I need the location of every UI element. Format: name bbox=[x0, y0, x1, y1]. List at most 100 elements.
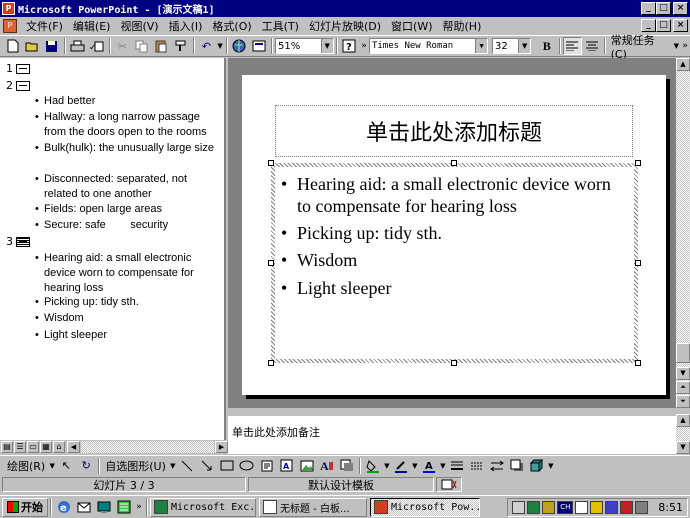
menu-slideshow[interactable]: 幻灯片放映(D) bbox=[304, 18, 386, 34]
fill-color-icon[interactable] bbox=[363, 457, 383, 475]
tray-app-icon[interactable] bbox=[512, 501, 526, 514]
line-style-icon[interactable] bbox=[447, 457, 467, 475]
select-pointer-icon[interactable]: ↖ bbox=[56, 457, 76, 475]
taskbar-overflow-icon[interactable]: » bbox=[134, 498, 144, 516]
toolbar-overflow-icon[interactable]: » bbox=[359, 37, 369, 55]
draw-menu-button[interactable]: 绘图(R) bbox=[4, 458, 48, 474]
slide-bullet[interactable]: Wisdom bbox=[281, 249, 627, 271]
doc-restore-button[interactable]: □ bbox=[656, 19, 671, 32]
open-icon[interactable] bbox=[23, 37, 43, 55]
tray-settings-icon[interactable] bbox=[635, 501, 649, 514]
format-painter-icon[interactable] bbox=[171, 37, 191, 55]
list-item[interactable]: Fields: open large areas bbox=[35, 202, 220, 217]
outline-slide-3[interactable]: 3 bbox=[6, 235, 30, 248]
dash-style-icon[interactable] bbox=[467, 457, 487, 475]
toolbar-overflow-icon[interactable]: » bbox=[680, 37, 690, 55]
scroll-left-icon[interactable]: ◀ bbox=[67, 441, 80, 453]
slideshow-view-icon[interactable]: ⌂ bbox=[53, 441, 65, 453]
spellcheck-icon[interactable]: ✓ bbox=[87, 37, 107, 55]
notes-placeholder[interactable]: 单击此处添加备注 bbox=[232, 424, 320, 440]
tray-ime-icon[interactable] bbox=[575, 501, 589, 514]
slide-bullet[interactable]: Picking up: tidy sth. bbox=[281, 222, 627, 244]
outline-hscrollbar[interactable] bbox=[81, 441, 214, 453]
slide-view-icon[interactable]: ▭ bbox=[27, 441, 39, 453]
list-item[interactable]: Disconnected: separated, not related to … bbox=[35, 172, 220, 202]
line-icon[interactable] bbox=[177, 457, 197, 475]
dropdown-arrow-icon[interactable]: ▼ bbox=[547, 457, 555, 475]
line-color-icon[interactable] bbox=[391, 457, 411, 475]
tray-ime-mode-icon[interactable] bbox=[590, 501, 604, 514]
font-size-combo[interactable]: 32 ▼ bbox=[492, 38, 532, 54]
scroll-up-icon[interactable]: ▲ bbox=[676, 414, 690, 427]
shadow-icon[interactable] bbox=[337, 457, 357, 475]
dropdown-arrow-icon[interactable]: ▼ bbox=[169, 457, 177, 475]
oval-icon[interactable] bbox=[237, 457, 257, 475]
list-item[interactable]: Wisdom bbox=[35, 311, 220, 326]
scroll-thumb[interactable] bbox=[676, 343, 690, 363]
dropdown-arrow-icon[interactable]: ▼ bbox=[439, 457, 447, 475]
normal-view-icon[interactable]: ▤ bbox=[1, 441, 13, 453]
menu-file[interactable]: 文件(F) bbox=[21, 18, 68, 34]
3d-style-icon[interactable] bbox=[527, 457, 547, 475]
minimize-button[interactable]: _ bbox=[641, 2, 656, 15]
new-icon[interactable] bbox=[3, 37, 23, 55]
list-item[interactable]: Hearing aid: a small electronic device w… bbox=[35, 251, 220, 296]
list-item[interactable]: Bulk(hulk): the unusually large size bbox=[35, 141, 220, 156]
new-slide-icon[interactable] bbox=[249, 37, 269, 55]
scroll-down-icon[interactable]: ▼ bbox=[676, 367, 690, 380]
dropdown-arrow-icon[interactable]: ▼ bbox=[216, 37, 224, 55]
notes-vscrollbar[interactable]: ▲ ▼ bbox=[676, 414, 690, 454]
input-language-icon[interactable]: CH bbox=[557, 501, 574, 514]
resize-handle[interactable] bbox=[635, 360, 641, 366]
undo-icon[interactable]: ↶ bbox=[197, 37, 217, 55]
maximize-button[interactable]: □ bbox=[656, 2, 671, 15]
slide-vscrollbar[interactable]: ▲ ▼ ⏶ ⏷ bbox=[676, 58, 690, 408]
list-item[interactable]: Light sleeper bbox=[35, 328, 220, 343]
powerpoint-app-icon[interactable]: P bbox=[2, 2, 15, 15]
task-powerpoint[interactable]: Microsoft Pow... bbox=[370, 497, 480, 517]
resize-handle[interactable] bbox=[268, 160, 274, 166]
chevron-down-icon[interactable]: ▼ bbox=[518, 39, 531, 53]
ie-quicklaunch-icon[interactable]: e bbox=[54, 498, 74, 516]
print-icon[interactable] bbox=[68, 37, 88, 55]
common-tasks-button[interactable]: 常规任务(C) bbox=[608, 32, 673, 61]
rectangle-icon[interactable] bbox=[217, 457, 237, 475]
chevron-down-icon[interactable]: ▼ bbox=[320, 39, 333, 53]
menu-window[interactable]: 窗口(W) bbox=[386, 18, 437, 34]
textbox-icon[interactable] bbox=[257, 457, 277, 475]
slide-bullet[interactable]: Hearing aid: a small electronic device w… bbox=[281, 173, 627, 217]
copy-icon[interactable] bbox=[132, 37, 152, 55]
help-icon[interactable]: ? bbox=[340, 37, 360, 55]
notes-pane[interactable]: 单击此处添加备注 bbox=[228, 414, 676, 454]
resize-handle[interactable] bbox=[268, 360, 274, 366]
task-excel[interactable]: Microsoft Exc... bbox=[150, 497, 256, 517]
bold-button[interactable]: B bbox=[537, 37, 557, 55]
spelling-status-icon[interactable] bbox=[436, 477, 462, 492]
menu-view[interactable]: 视图(V) bbox=[115, 18, 163, 34]
shadow-style-icon[interactable] bbox=[507, 457, 527, 475]
next-slide-icon[interactable]: ⏷ bbox=[676, 395, 690, 408]
arrow-style-icon[interactable] bbox=[487, 457, 507, 475]
clipart-icon[interactable]: A bbox=[317, 457, 337, 475]
scroll-right-icon[interactable]: ▶ bbox=[215, 441, 228, 453]
title-placeholder[interactable]: 单击此处添加标题 bbox=[275, 105, 633, 157]
outline-slide-1[interactable]: 1 bbox=[6, 62, 30, 75]
free-rotate-icon[interactable]: ↻ bbox=[76, 457, 96, 475]
chevron-down-icon[interactable]: ▼ bbox=[475, 39, 488, 53]
body-placeholder[interactable]: Hearing aid: a small electronic device w… bbox=[268, 160, 641, 366]
dropdown-arrow-icon[interactable]: ▼ bbox=[672, 37, 680, 55]
list-item[interactable]: Secure: safe security bbox=[35, 218, 220, 233]
resize-handle[interactable] bbox=[635, 260, 641, 266]
dropdown-arrow-icon[interactable]: ▼ bbox=[48, 457, 56, 475]
doc-close-button[interactable]: × bbox=[673, 19, 688, 32]
previous-slide-icon[interactable]: ⏶ bbox=[676, 381, 690, 394]
resize-handle[interactable] bbox=[268, 260, 274, 266]
slide-sorter-view-icon[interactable]: ▦ bbox=[40, 441, 52, 453]
desktop-quicklaunch-icon[interactable] bbox=[94, 498, 114, 516]
close-button[interactable]: × bbox=[673, 2, 688, 15]
align-center-icon[interactable] bbox=[582, 37, 602, 55]
dropdown-arrow-icon[interactable]: ▼ bbox=[383, 457, 391, 475]
dropdown-arrow-icon[interactable]: ▼ bbox=[411, 457, 419, 475]
menu-edit[interactable]: 编辑(E) bbox=[68, 18, 116, 34]
task-whiteboard[interactable]: 无标题 - 白板... bbox=[259, 497, 367, 517]
